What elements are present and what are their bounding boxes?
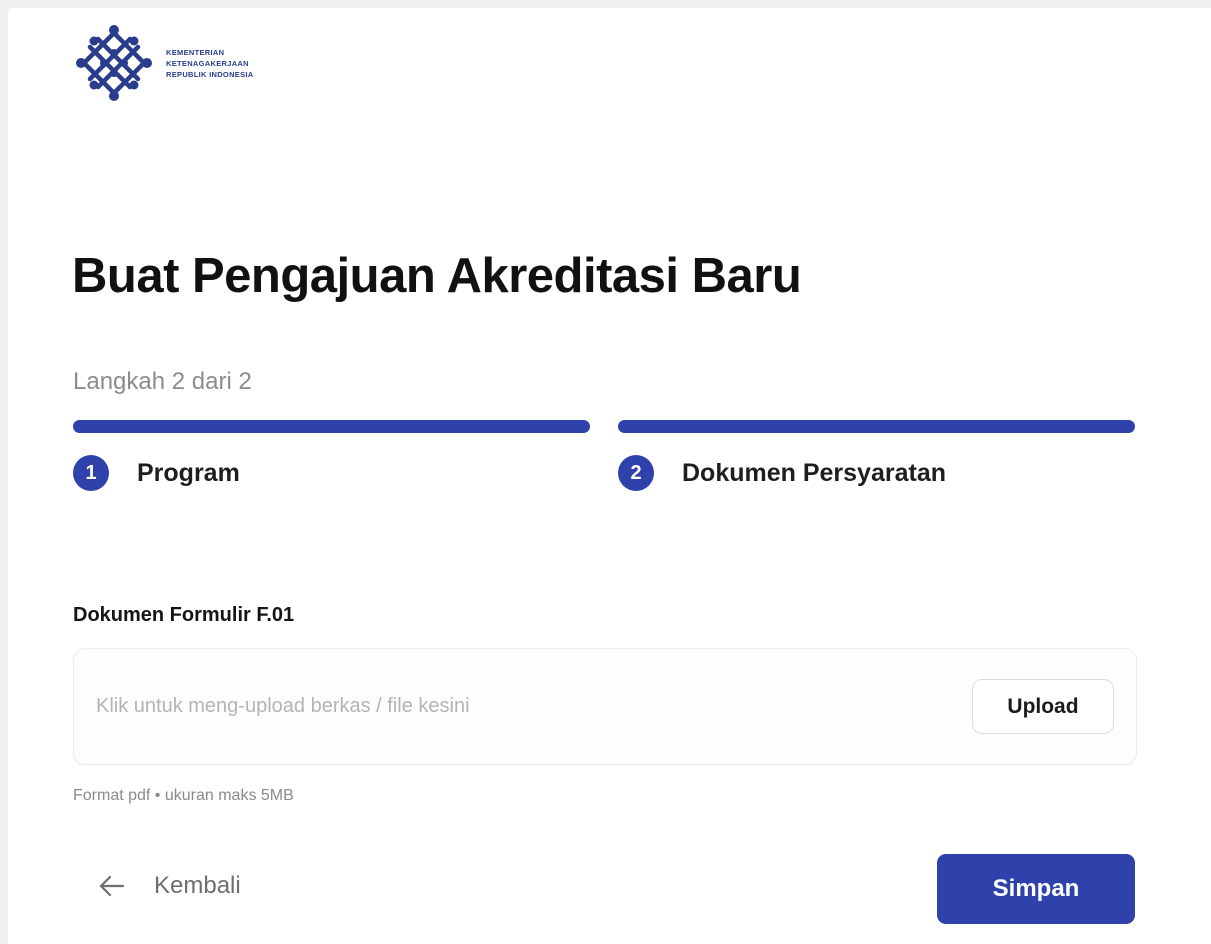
upload-placeholder: Klik untuk meng-upload berkas / file kes…: [96, 695, 470, 717]
back-button[interactable]: Kembali: [96, 870, 241, 902]
logo-line: REPUBLIK INDONESIA: [166, 69, 254, 79]
step-program: 1 Program: [73, 420, 590, 491]
page-title: Buat Pengajuan Akreditasi Baru: [72, 249, 802, 303]
step-progress-bar: [73, 420, 590, 433]
ministry-emblem-icon: [76, 25, 152, 101]
form-card: KEMENTERIAN KETENAGAKERJAAN REPUBLIK IND…: [8, 8, 1211, 944]
back-label: Kembali: [154, 872, 241, 899]
step-label-row: 1 Program: [73, 455, 590, 491]
step-counter: Langkah 2 dari 2: [73, 368, 252, 395]
logo-text: KEMENTERIAN KETENAGAKERJAAN REPUBLIK IND…: [166, 48, 254, 79]
arrow-left-icon: [99, 875, 125, 897]
upload-field-label: Dokumen Formulir F.01: [73, 604, 295, 626]
logo-line: KETENAGAKERJAAN: [166, 58, 249, 68]
upload-format-hint: Format pdf • ukuran maks 5MB: [73, 787, 294, 804]
file-upload-dropzone[interactable]: Klik untuk meng-upload berkas / file kes…: [73, 648, 1137, 765]
step-progress-bar: [618, 420, 1135, 433]
ministry-logo: KEMENTERIAN KETENAGAKERJAAN REPUBLIK IND…: [74, 23, 254, 103]
upload-button[interactable]: Upload: [972, 679, 1114, 734]
step-label: Program: [137, 458, 240, 487]
step-dokumen-persyaratan: 2 Dokumen Persyaratan: [618, 420, 1135, 491]
step-label-row: 2 Dokumen Persyaratan: [618, 455, 1135, 491]
step-label: Dokumen Persyaratan: [682, 458, 947, 487]
save-button[interactable]: Simpan: [937, 854, 1135, 924]
step-number-badge: 2: [618, 455, 654, 491]
step-number-badge: 1: [73, 455, 109, 491]
logo-line: KEMENTERIAN: [166, 47, 225, 57]
